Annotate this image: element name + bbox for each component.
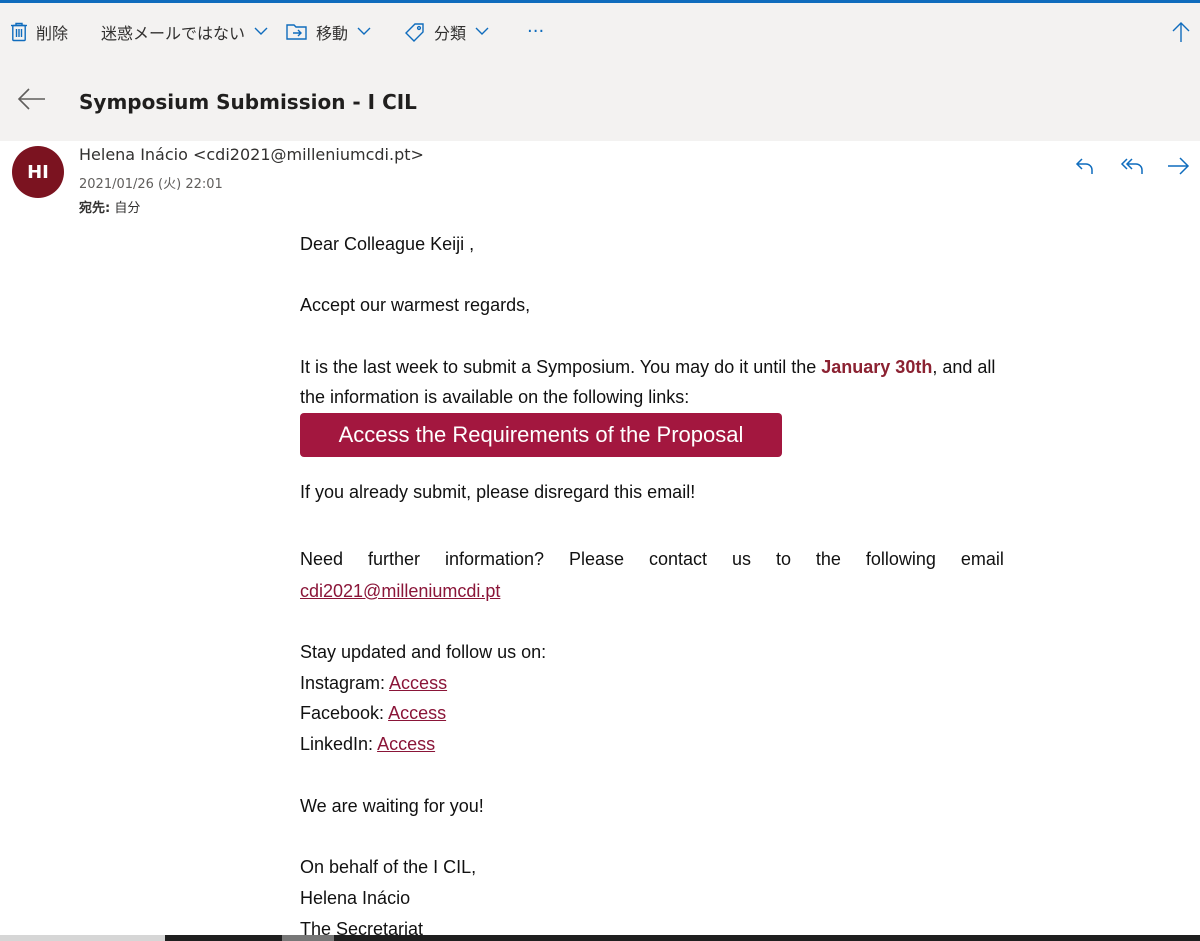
facebook-row: Facebook: Access bbox=[300, 703, 446, 724]
contact-line: Need further information? Please contact… bbox=[300, 549, 1004, 570]
para1-line1: It is the last week to submit a Symposiu… bbox=[300, 357, 995, 378]
tag-icon bbox=[404, 22, 426, 42]
facebook-link[interactable]: Access bbox=[388, 703, 446, 723]
contact-word: to bbox=[775, 549, 791, 569]
message-subject: Symposium Submission - I CIL bbox=[79, 90, 417, 114]
sender[interactable]: Helena Inácio <cdi2021@milleniumcdi.pt> bbox=[79, 145, 424, 164]
email-link[interactable]: cdi2021@milleniumcdi.pt bbox=[300, 581, 500, 602]
move-label: 移動 bbox=[316, 23, 349, 43]
instagram-link[interactable]: Access bbox=[389, 673, 447, 693]
move-folder-icon bbox=[286, 23, 308, 41]
back-arrow-icon[interactable] bbox=[16, 87, 50, 113]
contact-word: following bbox=[865, 549, 936, 569]
linkedin-label: LinkedIn: bbox=[300, 734, 378, 754]
contact-word: contact bbox=[648, 549, 708, 569]
recipient-line: 宛先: 自分 bbox=[79, 197, 140, 216]
avatar[interactable]: HI bbox=[12, 146, 64, 198]
to-value[interactable]: 自分 bbox=[114, 201, 140, 216]
para1-after: , and all bbox=[932, 357, 996, 377]
linkedin-row: LinkedIn: Access bbox=[300, 734, 435, 755]
chevron-down-icon[interactable] bbox=[254, 27, 268, 36]
toolbar: 削除 迷惑メールではない 移動 分類 ··· bbox=[0, 3, 1200, 60]
forward-icon[interactable] bbox=[1166, 156, 1190, 178]
up-arrow-icon[interactable] bbox=[1171, 3, 1191, 60]
subject-bar: Symposium Submission - I CIL bbox=[0, 60, 1200, 141]
greeting: Dear Colleague Keiji , bbox=[300, 234, 475, 254]
avatar-initials: HI bbox=[27, 161, 49, 183]
move-button[interactable]: 移動 bbox=[286, 3, 371, 60]
contact-word: further bbox=[367, 549, 421, 569]
regards: Accept our warmest regards, bbox=[300, 295, 531, 315]
instagram-label: Instagram: bbox=[300, 673, 390, 693]
contact-word: Please bbox=[568, 549, 625, 569]
categorize-button[interactable]: 分類 bbox=[404, 3, 489, 60]
chevron-down-icon[interactable] bbox=[475, 27, 489, 36]
linkedin-link[interactable]: Access bbox=[377, 734, 435, 754]
contact-word: the bbox=[815, 549, 841, 569]
delete-button[interactable]: 削除 bbox=[10, 3, 68, 60]
scrollbar-track-left bbox=[0, 935, 165, 941]
already-submitted-note: If you already submit, please disregard … bbox=[300, 482, 696, 502]
not-junk-label: 迷惑メールではない bbox=[101, 23, 246, 43]
behalf: On behalf of the I CIL, bbox=[300, 857, 477, 877]
stay-updated: Stay updated and follow us on: bbox=[300, 642, 547, 662]
scrollbar-thumb[interactable] bbox=[282, 935, 334, 941]
more-actions-button[interactable]: ··· bbox=[527, 3, 544, 60]
contact-word: email bbox=[960, 549, 1004, 569]
contact-word: information? bbox=[444, 549, 545, 569]
instagram-row: Instagram: Access bbox=[300, 673, 447, 694]
not-junk-button[interactable]: 迷惑メールではない bbox=[101, 3, 268, 60]
delete-label: 削除 bbox=[36, 23, 69, 43]
facebook-label: Facebook: bbox=[300, 703, 389, 723]
more-label: ··· bbox=[527, 21, 545, 42]
sent-date: 2021/01/26 (火) 22:01 bbox=[79, 177, 223, 192]
horizontal-scrollbar[interactable] bbox=[0, 935, 1200, 941]
contact-word: us bbox=[731, 549, 751, 569]
para1-line2: the information is available on the foll… bbox=[300, 387, 690, 407]
requirements-button[interactable]: Access the Requirements of the Proposal bbox=[300, 413, 782, 457]
deadline-highlight: January 30th bbox=[821, 357, 933, 377]
reply-icon[interactable] bbox=[1074, 156, 1098, 178]
reply-all-icon[interactable] bbox=[1120, 156, 1144, 178]
categorize-label: 分類 bbox=[434, 23, 467, 43]
signer-name: Helena Inácio bbox=[300, 888, 411, 908]
trash-icon bbox=[10, 22, 28, 42]
contact-word: Need bbox=[300, 549, 344, 569]
para1-before: It is the last week to submit a Symposiu… bbox=[300, 357, 822, 377]
to-label: 宛先: bbox=[79, 201, 111, 216]
closing-note: We are waiting for you! bbox=[300, 796, 484, 816]
chevron-down-icon[interactable] bbox=[357, 27, 371, 36]
